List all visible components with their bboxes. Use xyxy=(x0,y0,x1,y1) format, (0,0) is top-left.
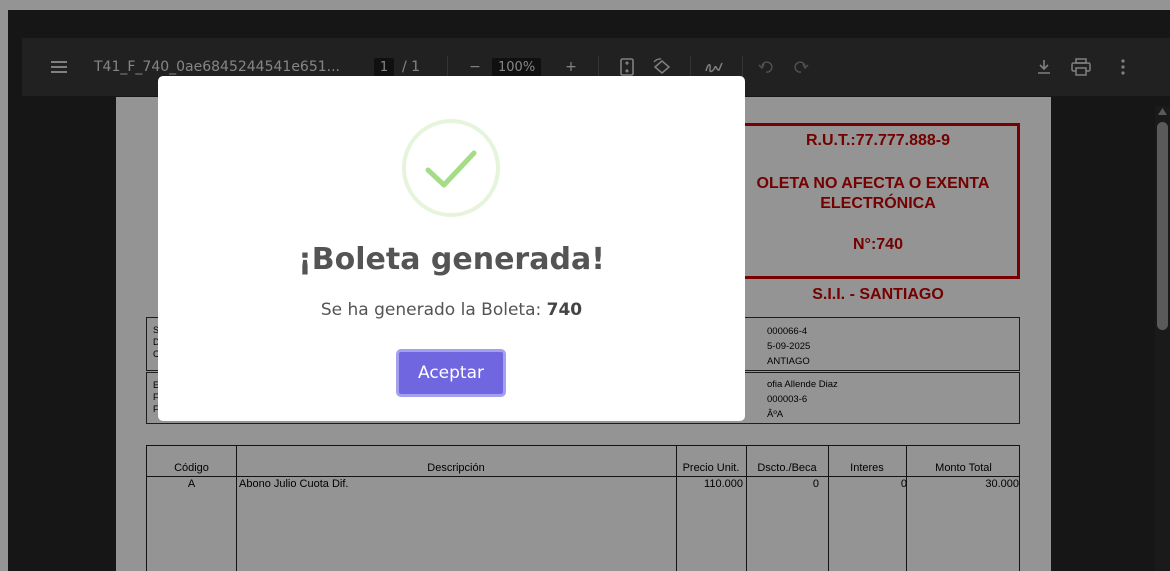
screen: T41_F_740_0ae6845244541e651... 1 / 1 − 1… xyxy=(0,0,1170,571)
success-dialog: ¡Boleta generada! Se ha generado la Bole… xyxy=(158,76,745,421)
success-check-icon xyxy=(401,118,501,218)
dialog-title: ¡Boleta generada! xyxy=(298,242,605,277)
dialog-message: Se ha generado la Boleta: 740 xyxy=(158,300,745,320)
accept-button[interactable]: Aceptar xyxy=(396,349,506,397)
boleta-number: 740 xyxy=(546,300,583,320)
dialog-message-text: Se ha generado la Boleta: xyxy=(320,300,547,320)
